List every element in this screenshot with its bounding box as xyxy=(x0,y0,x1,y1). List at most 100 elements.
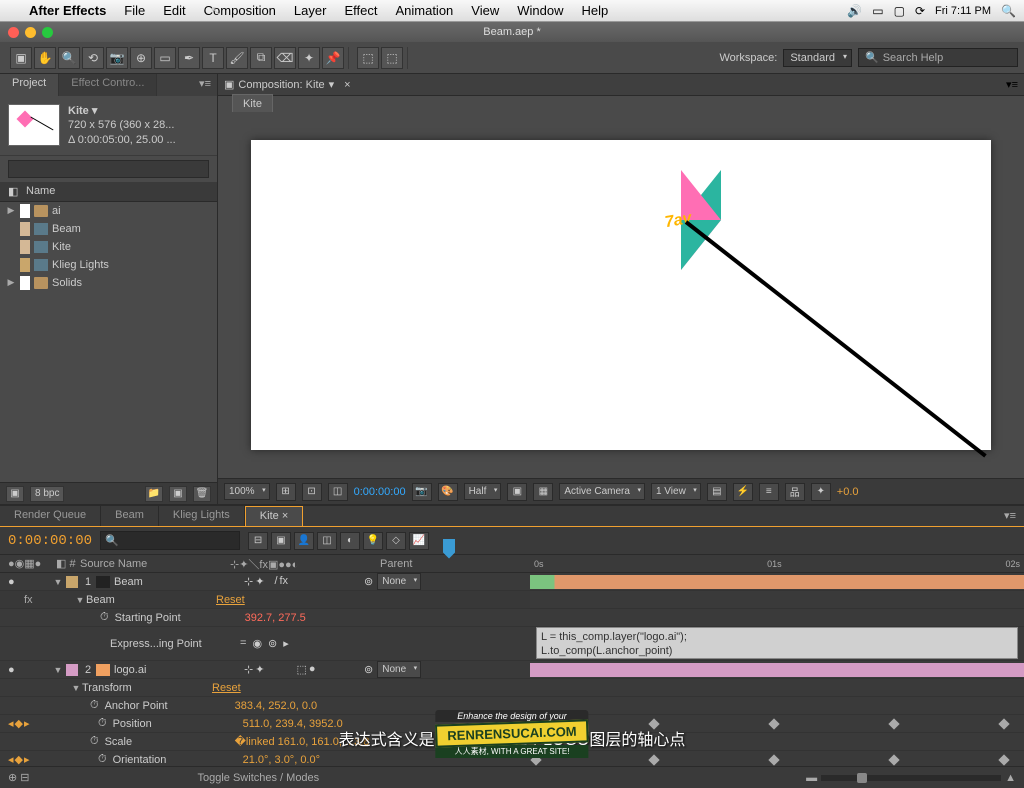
project-col-name[interactable]: Name xyxy=(26,185,209,198)
twirl-arrow-icon[interactable]: ▼ xyxy=(52,665,64,675)
search-help-input[interactable]: 🔍 Search Help xyxy=(858,48,1018,67)
minimize-window-button[interactable] xyxy=(25,27,36,38)
timeline-tab-beam[interactable]: Beam xyxy=(101,506,159,526)
reset-link[interactable]: Reset xyxy=(216,594,245,606)
reset-link[interactable]: Reset xyxy=(212,682,241,694)
visibility-toggle[interactable]: ● xyxy=(8,664,22,676)
camera-tool[interactable]: 📷 xyxy=(106,47,128,69)
comp-thumbnail[interactable] xyxy=(8,104,60,146)
keyframe-toggle-icon[interactable]: ◆ xyxy=(15,753,23,766)
tool-option-1[interactable]: ⬚ xyxy=(357,47,379,69)
grid-button[interactable]: ⊞ xyxy=(276,483,296,501)
menu-composition[interactable]: Composition xyxy=(195,3,285,18)
shy-button[interactable]: 👤 xyxy=(294,532,314,550)
roto-tool[interactable]: ✦ xyxy=(298,47,320,69)
zoom-in-icon[interactable]: ▲ xyxy=(1005,772,1016,784)
comp-subtab[interactable]: Kite xyxy=(232,94,273,113)
twirl-arrow-icon[interactable]: ▼ xyxy=(52,577,64,587)
display-icon[interactable]: ▢ xyxy=(894,4,905,18)
roi-button[interactable]: ▣ xyxy=(507,483,527,501)
property-group-row[interactable]: ▼TransformReset xyxy=(0,679,1024,697)
timeline-button[interactable]: ≡ xyxy=(759,483,779,501)
project-tab[interactable]: Project xyxy=(0,74,59,96)
motion-blur-button[interactable]: ◐ xyxy=(340,532,360,550)
property-row[interactable]: ⏱Starting Point392.7, 277.5↖ xyxy=(0,609,1024,627)
close-window-button[interactable] xyxy=(8,27,19,38)
timeline-zoom-icon[interactable]: ⊕ ⊟ xyxy=(8,771,30,784)
label-swatch[interactable] xyxy=(20,204,30,218)
sync-icon[interactable]: ⟳ xyxy=(915,4,925,18)
label-swatch[interactable] xyxy=(20,240,30,254)
menu-window[interactable]: Window xyxy=(508,3,572,18)
zoom-out-icon[interactable]: ▬ xyxy=(806,772,817,784)
layer-name[interactable]: Beam xyxy=(114,576,244,588)
delete-button[interactable]: 🗑 xyxy=(193,486,211,502)
panel-menu-icon[interactable]: ▾≡ xyxy=(1006,78,1018,91)
brush-tool[interactable]: 🖌 xyxy=(226,47,248,69)
close-tab-icon[interactable]: × xyxy=(344,79,350,91)
expr-enable-icon[interactable]: = xyxy=(240,637,246,650)
menu-help[interactable]: Help xyxy=(572,3,617,18)
stopwatch-icon[interactable]: ⏱ xyxy=(98,753,107,766)
zoom-tool[interactable]: 🔍 xyxy=(58,47,80,69)
keyframe-diamond-icon[interactable] xyxy=(768,754,779,765)
visibility-toggle[interactable]: ● xyxy=(8,576,22,588)
keyframe-diamond-icon[interactable] xyxy=(998,754,1009,765)
keyframe-diamond-icon[interactable] xyxy=(648,754,659,765)
mask-button[interactable]: ◫ xyxy=(328,483,348,501)
timeline-layer-row[interactable]: ● ▼ 2 logo.ai ⊹✦⬚● ⊚None xyxy=(0,661,1024,679)
draft-3d-button[interactable]: ▣ xyxy=(271,532,291,550)
frame-blend-button[interactable]: ◫ xyxy=(317,532,337,550)
expression-editor[interactable]: L = this_comp.layer("logo.ai"); L.to_com… xyxy=(536,627,1018,659)
effect-name[interactable]: Beam xyxy=(86,594,216,606)
snapshot-button[interactable]: 📷 xyxy=(412,483,432,501)
comp-name[interactable]: Kite ▾ xyxy=(68,104,176,118)
battery-icon[interactable]: ▭ xyxy=(872,4,883,18)
eraser-tool[interactable]: ⌫ xyxy=(274,47,296,69)
pickwhip-icon[interactable]: ⊚ xyxy=(364,663,373,676)
keyframe-diamond-icon[interactable] xyxy=(888,754,899,765)
zoom-window-button[interactable] xyxy=(42,27,53,38)
new-folder-button[interactable]: 📁 xyxy=(145,486,163,502)
prev-keyframe-icon[interactable]: ◂ xyxy=(8,753,14,766)
label-swatch[interactable] xyxy=(66,576,78,588)
timeline-current-time[interactable]: 0:00:00:00 xyxy=(8,533,92,549)
source-name-header[interactable]: Source Name xyxy=(80,558,230,570)
exposure-value[interactable]: +0.0 xyxy=(837,486,859,498)
panel-menu-icon[interactable]: ▾≡ xyxy=(996,506,1024,526)
zoom-dropdown[interactable]: 100% xyxy=(224,483,270,500)
expand-arrow-icon[interactable]: ▶ xyxy=(6,205,16,216)
menu-file[interactable]: File xyxy=(115,3,154,18)
menu-layer[interactable]: Layer xyxy=(285,3,336,18)
type-tool[interactable]: T xyxy=(202,47,224,69)
resolution-dropdown[interactable]: Half xyxy=(464,483,502,500)
label-column-header[interactable]: ◧ # xyxy=(56,557,80,570)
new-comp-button[interactable]: ▣ xyxy=(169,486,187,502)
interpret-footage-button[interactable]: ▣ xyxy=(6,486,24,502)
chevron-down-icon[interactable]: ▾ xyxy=(329,78,335,91)
stopwatch-icon[interactable]: ⏱ xyxy=(100,611,109,624)
spotlight-icon[interactable]: 🔍 xyxy=(1001,4,1016,18)
twirl-arrow-icon[interactable]: ▼ xyxy=(74,595,86,605)
time-ruler[interactable]: 0s 01s 02s xyxy=(530,555,1024,572)
clone-tool[interactable]: ⧉ xyxy=(250,47,272,69)
expr-menu-icon[interactable]: ▸ xyxy=(283,637,289,650)
project-col-swatch-icon[interactable]: ◧ xyxy=(8,185,26,198)
property-value[interactable]: 383.4, 252.0, 0.0 xyxy=(235,700,318,712)
menu-effect[interactable]: Effect xyxy=(335,3,386,18)
comp-mini-flowchart-button[interactable]: ⊟ xyxy=(248,532,268,550)
menu-view[interactable]: View xyxy=(462,3,508,18)
rotate-tool[interactable]: ⟲ xyxy=(82,47,104,69)
timeline-tab-klieg[interactable]: Klieg Lights xyxy=(159,506,245,526)
timeline-layer-row[interactable]: ● ▼ 1 Beam ⊹✦/fx ⊚None xyxy=(0,573,1024,591)
parent-dropdown[interactable]: None xyxy=(377,573,421,590)
guides-button[interactable]: ⊡ xyxy=(302,483,322,501)
project-item[interactable]: Klieg Lights xyxy=(0,256,217,274)
expression-row[interactable]: Express...ing Point=◉⊚▸ L = this_comp.la… xyxy=(0,627,1024,661)
brainstorm-button[interactable]: 💡 xyxy=(363,532,383,550)
puppet-tool[interactable]: 📌 xyxy=(322,47,344,69)
layer-duration-bar[interactable] xyxy=(530,575,1024,589)
transparency-button[interactable]: ▦ xyxy=(533,483,553,501)
parent-dropdown[interactable]: None xyxy=(377,661,421,678)
stopwatch-icon[interactable]: ⏱ xyxy=(90,699,99,712)
